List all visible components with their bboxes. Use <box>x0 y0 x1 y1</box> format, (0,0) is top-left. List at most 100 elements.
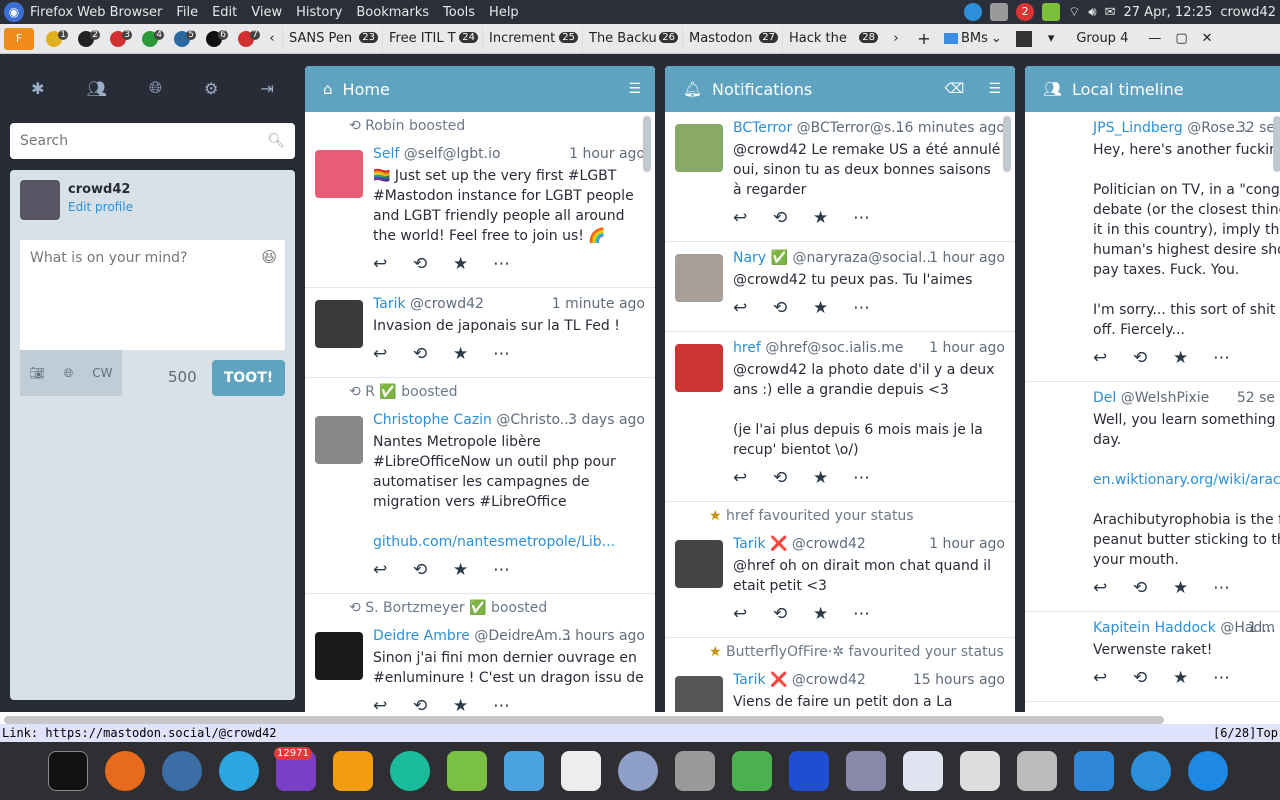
boost-button-icon[interactable]: ⟲ <box>413 254 453 274</box>
microphone-icon[interactable] <box>618 751 658 791</box>
status-time[interactable]: 1 minute ago <box>552 296 645 312</box>
home-column-header[interactable]: ⌂ Home ☰ <box>305 66 655 112</box>
status-time[interactable]: 15 hours ago <box>913 672 1005 688</box>
firefox-menu-button[interactable]: F <box>4 27 34 50</box>
reply-icon[interactable]: ↩ <box>733 468 773 488</box>
community-icon[interactable]: 👥︎ <box>87 79 107 98</box>
settings-icon[interactable]: ⚙ <box>204 79 218 98</box>
reply-icon[interactable]: ↩ <box>1093 348 1133 368</box>
display-name[interactable]: Christophe Cazin <box>373 412 492 428</box>
account-handle[interactable]: @WelshPixie <box>1121 390 1210 406</box>
status-item[interactable]: Del @WelshPixie 52 se Well, you learn some… <box>1025 382 1280 612</box>
menu-history[interactable]: History <box>296 5 342 20</box>
boost-button-icon[interactable]: ⟲ <box>1133 578 1173 598</box>
minimize-icon[interactable]: — <box>1148 31 1161 46</box>
reply-icon[interactable]: ↩ <box>733 604 773 624</box>
status-time[interactable]: 1 hour ago <box>929 340 1005 356</box>
display-name[interactable]: Del <box>1093 390 1116 406</box>
notes-icon[interactable] <box>561 751 601 791</box>
trash-icon[interactable] <box>1017 751 1057 791</box>
tab-group-label[interactable]: Group 4 <box>1076 31 1128 46</box>
boost-button-icon[interactable]: ⟲ <box>413 344 453 364</box>
menu-tools[interactable]: Tools <box>443 5 475 20</box>
status-item[interactable]: Kapitein Haddock @Had... 1 m Verwenste rak… <box>1025 612 1280 702</box>
display-name[interactable]: href <box>733 340 761 356</box>
status-item[interactable]: ★ href favourited your status Tarik ❌ @cr… <box>665 502 1015 638</box>
maximize-icon[interactable]: ▢ <box>1175 31 1187 46</box>
browser-tab[interactable]: Mastodon 27 <box>682 25 782 52</box>
app-menu-icon[interactable]: ◉ <box>4 2 24 22</box>
avatar[interactable] <box>675 540 723 588</box>
menu-help[interactable]: Help <box>489 5 519 20</box>
display-name[interactable]: BCTerror <box>733 120 792 136</box>
avatar[interactable] <box>315 300 363 348</box>
clear-notifications-icon[interactable]: ⌫ <box>945 81 965 97</box>
reply-icon[interactable]: ↩ <box>733 298 773 318</box>
more-icon[interactable]: ⋯ <box>853 208 893 228</box>
emoji-picker-icon[interactable]: 😆 <box>261 248 277 266</box>
search-input[interactable]: Search 🔍︎ <box>10 123 295 159</box>
favourite-icon[interactable]: ★ <box>813 604 853 624</box>
privacy-globe-icon[interactable]: 🌐︎ <box>64 366 74 381</box>
favourite-icon[interactable]: ★ <box>813 468 853 488</box>
boost-button-icon[interactable]: ⟲ <box>773 298 813 318</box>
status-time[interactable]: 16 minutes ago <box>896 120 1005 136</box>
avatar[interactable] <box>675 344 723 392</box>
chat-icon[interactable]: 12971 <box>274 747 316 791</box>
favourite-icon[interactable]: ★ <box>1173 668 1213 688</box>
more-icon[interactable]: ⋯ <box>1213 578 1253 598</box>
avatar[interactable] <box>315 416 363 464</box>
color-picker-icon[interactable] <box>960 751 1000 791</box>
boost-button-icon[interactable]: ⟲ <box>413 696 453 712</box>
status-time[interactable]: 1 hour ago <box>929 250 1005 266</box>
boost-button-icon[interactable]: ⟲ <box>773 468 813 488</box>
account-handle[interactable]: @self@lgbt.io <box>404 146 501 162</box>
keepassxc-icon[interactable] <box>732 751 772 791</box>
notification-badge[interactable]: 2 <box>1016 3 1035 21</box>
menu-file[interactable]: File <box>176 5 198 20</box>
globe-icon[interactable]: 🌐︎ <box>149 78 162 98</box>
more-icon[interactable]: ⋯ <box>493 560 533 580</box>
account-handle[interactable]: @naryraza@social... <box>792 250 935 266</box>
account-handle[interactable]: @crowd42 <box>410 296 484 312</box>
search-app-icon[interactable] <box>1131 751 1171 791</box>
telegram-icon[interactable] <box>219 751 259 791</box>
pinned-tab[interactable]: 5 <box>166 26 198 52</box>
display-name[interactable]: JPS_Lindberg <box>1093 120 1183 136</box>
status-item[interactable]: Tarik @crowd42 1 minute ago Invasion de ja… <box>305 288 655 378</box>
column-settings-icon[interactable]: ☰ <box>988 81 1001 97</box>
dropdown-icon[interactable]: ▾ <box>1048 31 1055 46</box>
status-time[interactable]: 1 hour ago <box>929 536 1005 552</box>
favourite-icon[interactable]: ★ <box>453 344 493 364</box>
favourite-icon[interactable]: ★ <box>813 208 853 228</box>
volume-icon[interactable]: 🔊︎ <box>1088 5 1096 20</box>
favourite-icon[interactable]: ★ <box>1173 348 1213 368</box>
boost-button-icon[interactable]: ⟲ <box>413 560 453 580</box>
edit-profile-link[interactable]: Edit profile <box>68 200 133 214</box>
logout-icon[interactable]: ⇥ <box>261 79 274 98</box>
finder-icon[interactable] <box>504 751 544 791</box>
status-item[interactable]: ⟲ R ✅ boosted Christophe Cazin @Christo..… <box>305 378 655 594</box>
tab-scroll-right-icon[interactable]: › <box>882 31 910 46</box>
more-icon[interactable]: ⋯ <box>1213 348 1253 368</box>
search-tray-icon[interactable] <box>964 3 983 21</box>
display-name[interactable]: Tarik ❌ <box>733 536 787 552</box>
firefox-icon[interactable] <box>105 751 145 791</box>
toot-button[interactable]: TOOT! <box>212 360 285 396</box>
scrollbar[interactable] <box>643 116 651 172</box>
boost-button-icon[interactable]: ⟲ <box>773 604 813 624</box>
reply-icon[interactable]: ↩ <box>1093 668 1133 688</box>
account-handle[interactable]: @crowd42 <box>792 536 866 552</box>
browser-tab[interactable]: SANS Pen 23 <box>282 25 382 52</box>
tools-icon[interactable] <box>675 751 715 791</box>
file-manager-icon[interactable] <box>903 751 943 791</box>
terminal-icon[interactable] <box>48 751 88 791</box>
reply-icon[interactable]: ↩ <box>1093 578 1133 598</box>
account-handle[interactable]: @DeidreAm... <box>474 628 571 644</box>
favourite-icon[interactable]: ★ <box>453 560 493 580</box>
camera-icon[interactable]: 📷︎ <box>29 366 44 380</box>
more-icon[interactable]: ⋯ <box>1213 668 1253 688</box>
status-time[interactable]: 3 hours ago <box>562 628 645 644</box>
account-handle[interactable]: @BCTerror@s... <box>797 120 905 136</box>
avatar[interactable] <box>315 150 363 198</box>
